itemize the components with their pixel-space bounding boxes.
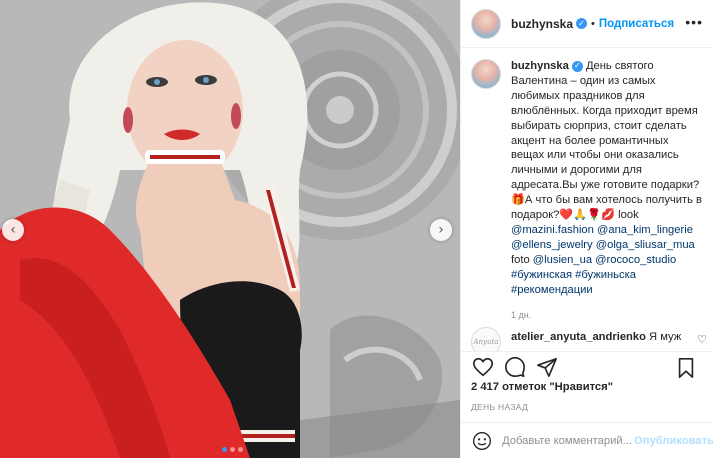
follow-button[interactable]: Подписаться <box>599 18 674 30</box>
post-header: buzhynska ✓ • Подписаться ••• <box>461 0 713 48</box>
publish-button[interactable]: Опубликовать <box>634 435 713 447</box>
carousel-dot <box>238 447 243 452</box>
tag-link[interactable]: @ellens_jewelry <box>511 239 593 251</box>
verified-badge-icon: ✓ <box>571 60 583 72</box>
add-comment-bar: Опубликовать <box>461 422 713 458</box>
avatar[interactable] <box>471 8 501 39</box>
comment-username[interactable]: atelier_anyuta_andrienko <box>511 331 646 343</box>
comments-section[interactable]: buzhynska ✓ День святого Валентина – один… <box>461 49 713 351</box>
tag-link[interactable]: @lusien_ua <box>533 254 592 266</box>
caption-text-block: buzhynska ✓ День святого Валентина – один… <box>511 59 704 322</box>
carousel-dot <box>230 447 235 452</box>
chevron-right-icon: › <box>438 222 444 238</box>
hashtag-link[interactable]: #бужиньска <box>575 269 636 281</box>
avatar[interactable] <box>471 59 501 89</box>
bookmark-icon[interactable] <box>674 356 698 380</box>
hashtag-link[interactable]: #бужинская <box>511 269 572 281</box>
avatar[interactable]: Anyuta <box>471 327 501 351</box>
verified-badge-icon: ✓ <box>576 18 588 29</box>
comment-text: Я мужу <box>649 331 681 343</box>
separator-dot: • <box>591 17 595 30</box>
post-side-panel: buzhynska ✓ • Подписаться ••• buzhynska ✓… <box>460 0 713 458</box>
caption-time[interactable]: 1 дн. <box>511 308 704 323</box>
heart-icon[interactable] <box>471 355 495 379</box>
caption-foto-label: foto <box>511 253 530 266</box>
send-icon[interactable] <box>535 355 559 379</box>
photo-illustration <box>0 0 460 458</box>
tag-link[interactable]: @rococo_studio <box>595 254 676 266</box>
post-photo[interactable]: ‹ › <box>0 0 460 458</box>
caption-username[interactable]: buzhynska <box>511 60 569 72</box>
author-username[interactable]: buzhynska <box>511 17 573 31</box>
comment-like-icon[interactable]: ♡ <box>697 333 707 346</box>
likes-count[interactable]: 2 417 отметок "Нравится" <box>471 381 613 393</box>
post-timestamp[interactable]: ДЕНЬ НАЗАД <box>471 402 528 412</box>
carousel-next-button[interactable]: › <box>430 219 452 241</box>
carousel-dot <box>222 447 227 452</box>
likes-number: 2 417 отметок <box>471 381 547 393</box>
caption-text: День святого Валентина – один из самых л… <box>511 60 702 222</box>
carousel-prev-button[interactable]: ‹ <box>2 219 24 241</box>
tag-link[interactable]: @ana_kim_lingerie <box>597 224 693 236</box>
caption: buzhynska ✓ День святого Валентина – один… <box>461 49 713 322</box>
comment-icon[interactable] <box>503 355 527 379</box>
comment-input[interactable] <box>502 434 633 447</box>
tag-link[interactable]: @olga_sliusar_mua <box>596 239 695 251</box>
smile-icon[interactable] <box>471 430 492 452</box>
more-options-button[interactable]: ••• <box>685 14 703 30</box>
carousel-indicator <box>222 447 243 452</box>
hashtag-link[interactable]: #рекомендации <box>511 284 593 296</box>
likes-suffix: "Нравится" <box>549 381 613 393</box>
chevron-left-icon: ‹ <box>10 222 16 238</box>
post-actions <box>461 351 713 381</box>
comment-item: Anyuta atelier_anyuta_andrienko Я мужу ♡ <box>471 327 707 351</box>
tag-link[interactable]: @mazini.fashion <box>511 224 594 236</box>
comment-text-block: atelier_anyuta_andrienko Я мужу <box>511 331 681 343</box>
